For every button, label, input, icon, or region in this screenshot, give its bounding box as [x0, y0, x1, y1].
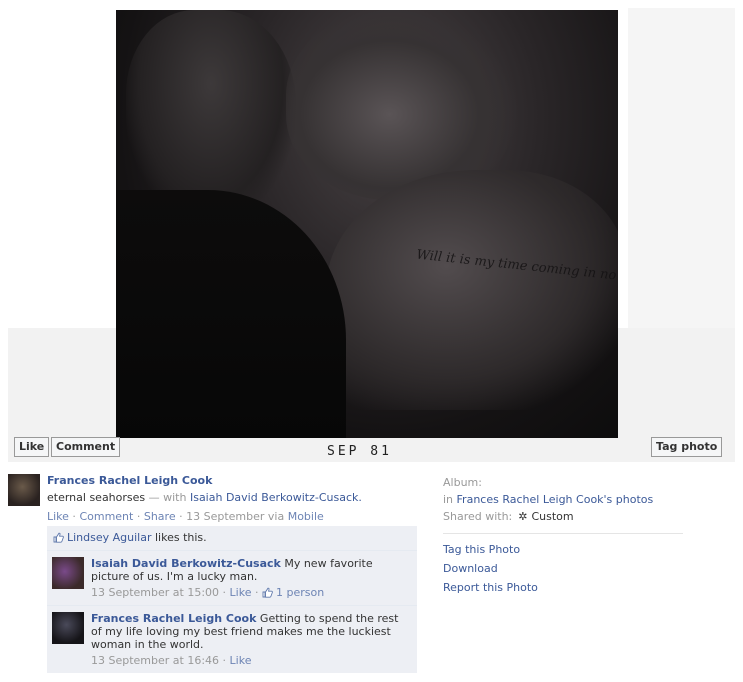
post-date: 13 September via	[186, 510, 288, 523]
post-via-mobile[interactable]: Mobile	[288, 510, 324, 523]
comment-like-link[interactable]: Like	[230, 654, 252, 667]
tag-this-photo-link[interactable]: Tag this Photo	[443, 543, 683, 559]
thumbs-up-icon	[53, 532, 64, 543]
shared-with-line: Shared with: ✲ Custom	[443, 510, 683, 524]
album-label: Album:	[443, 476, 482, 489]
separator: ·	[68, 510, 80, 523]
comment-item: Frances Rachel Leigh Cook Getting to spe…	[47, 606, 417, 673]
comment-meta: 13 September at 15:00 · Like · 1 person	[91, 586, 411, 599]
photo-date-stamp: SEP 81	[327, 444, 392, 459]
photo-sidebar: Album: in Frances Rachel Leigh Cook's ph…	[443, 476, 683, 600]
comment-body: Frances Rachel Leigh Cook Getting to spe…	[91, 612, 411, 651]
photo-hair	[116, 190, 346, 438]
comment-item: Isaiah David Berkowitz-Cusack My new fav…	[47, 551, 417, 606]
post-like-link[interactable]: Like	[47, 510, 69, 523]
photo-stage: Will it is my time coming in no SEP 81 L…	[0, 0, 743, 462]
comment-button[interactable]: Comment	[51, 437, 121, 457]
post-comment-link[interactable]: Comment	[79, 510, 133, 523]
tag-photo-button[interactable]: Tag photo	[651, 437, 723, 457]
shared-with-value[interactable]: Custom	[531, 510, 573, 523]
comment-like-count[interactable]: 1 person	[276, 586, 324, 599]
separator: ·	[219, 654, 230, 667]
comment-author[interactable]: Isaiah David Berkowitz-Cusack	[91, 557, 281, 570]
gear-icon: ✲	[518, 510, 528, 523]
thumbs-up-icon	[262, 587, 273, 598]
shared-with-label: Shared with:	[443, 510, 513, 523]
report-photo-link[interactable]: Report this Photo	[443, 581, 683, 597]
photo[interactable]: Will it is my time coming in no	[116, 10, 618, 438]
comment-time: 13 September at 15:00	[91, 586, 220, 599]
post-body: Frances Rachel Leigh Cook eternal seahor…	[47, 474, 417, 523]
post-share-link[interactable]: Share	[144, 510, 176, 523]
post-caption-line: eternal seahorses — with Isaiah David Be…	[47, 491, 417, 504]
like-button[interactable]: Like	[14, 437, 50, 457]
comment-time: 13 September at 16:46	[91, 654, 220, 667]
comment-body: Isaiah David Berkowitz-Cusack My new fav…	[91, 557, 411, 583]
separator: ·	[219, 586, 230, 599]
divider	[443, 533, 683, 534]
album-link[interactable]: Frances Rachel Leigh Cook's photos	[457, 493, 654, 506]
separator: ·	[251, 586, 262, 599]
post-author[interactable]: Frances Rachel Leigh Cook	[47, 474, 417, 487]
post-caption: eternal seahorses	[47, 491, 146, 504]
liker-name[interactable]: Lindsey Aguilar	[67, 531, 152, 544]
likes-suffix: likes this.	[151, 531, 207, 544]
album-line: in Frances Rachel Leigh Cook's photos	[443, 493, 683, 507]
post-tagged-person[interactable]: Isaiah David Berkowitz-Cusack.	[190, 491, 362, 504]
post-with-prefix: — with	[145, 491, 190, 504]
photo-shoulder	[326, 170, 618, 410]
separator: ·	[175, 510, 187, 523]
avatar[interactable]	[8, 474, 40, 506]
feedback-panel: Lindsey Aguilar likes this. Isaiah David…	[47, 526, 417, 673]
separator: ·	[133, 510, 144, 523]
stage-right-panel	[628, 8, 735, 328]
download-link[interactable]: Download	[443, 562, 683, 578]
album-prefix: in	[443, 493, 457, 506]
likes-row: Lindsey Aguilar likes this.	[47, 526, 417, 551]
post-actions: Like · Comment · Share · 13 September vi…	[47, 510, 417, 523]
comment-author[interactable]: Frances Rachel Leigh Cook	[91, 612, 256, 625]
comment-like-link[interactable]: Like	[230, 586, 252, 599]
comment-meta: 13 September at 16:46 · Like	[91, 654, 411, 667]
photo-face-left	[126, 10, 296, 220]
avatar[interactable]	[52, 557, 84, 589]
avatar[interactable]	[52, 612, 84, 644]
